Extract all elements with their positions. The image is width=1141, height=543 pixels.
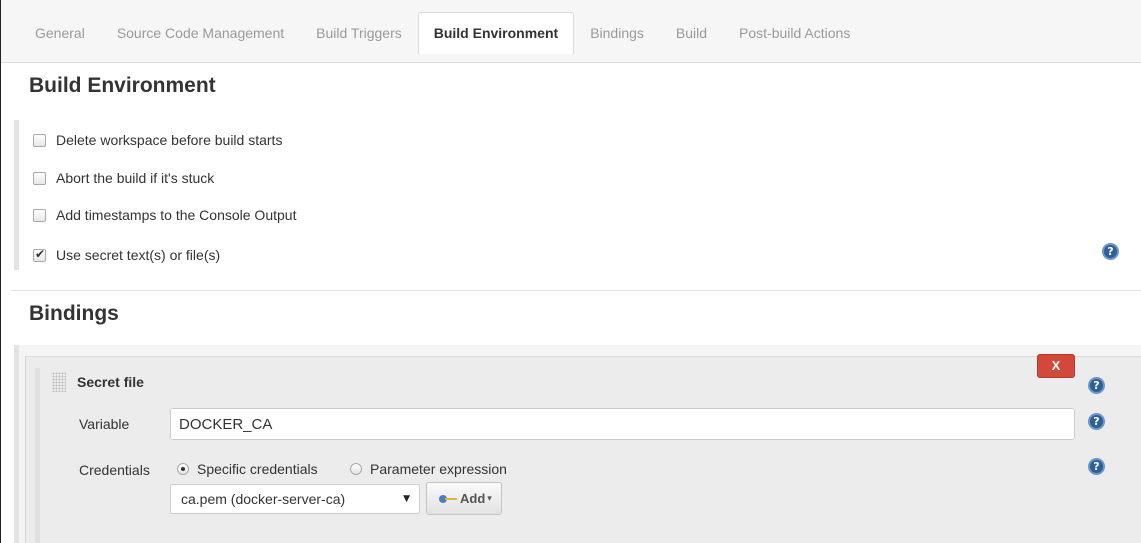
chevron-down-icon: ▼ xyxy=(403,494,410,504)
specific-credentials-label: Specific credentials xyxy=(197,461,318,477)
secret-file-title: Secret file xyxy=(77,374,144,390)
caret-down-icon: ▾ xyxy=(487,493,492,504)
section-divider xyxy=(11,290,1141,291)
help-icon-use-secret[interactable]: ? xyxy=(1102,243,1119,260)
abort-stuck-label: Abort the build if it's stuck xyxy=(56,170,215,186)
section-indent-bar xyxy=(14,120,19,270)
option-use-secret[interactable]: Use secret text(s) or file(s) xyxy=(33,245,220,265)
delete-workspace-checkbox[interactable] xyxy=(33,133,46,147)
help-icon-credentials[interactable]: ? xyxy=(1088,458,1105,475)
credentials-select[interactable]: ca.pem (docker-server-ca) ▼ xyxy=(170,484,420,514)
help-icon-secret-file[interactable]: ? xyxy=(1088,377,1105,394)
option-abort-stuck[interactable]: Abort the build if it's stuck xyxy=(33,168,214,188)
help-icon-variable[interactable]: ? xyxy=(1088,413,1105,430)
bindings-heading: Bindings xyxy=(29,302,119,325)
panel-indent-bar xyxy=(35,368,40,543)
drag-handle-icon[interactable] xyxy=(52,372,66,392)
tab-build-triggers[interactable]: Build Triggers xyxy=(300,12,418,53)
tab-build[interactable]: Build xyxy=(660,12,723,53)
tab-list: General Source Code Management Build Tri… xyxy=(19,12,866,54)
delete-workspace-label: Delete workspace before build starts xyxy=(56,132,283,148)
radio-parameter-expression[interactable]: Parameter expression xyxy=(350,459,507,479)
credentials-label: Credentials xyxy=(79,462,150,478)
option-delete-workspace[interactable]: Delete workspace before build starts xyxy=(33,130,282,150)
specific-credentials-radio[interactable] xyxy=(177,463,189,475)
parameter-expression-radio[interactable] xyxy=(350,463,362,475)
tab-general[interactable]: General xyxy=(19,12,101,53)
add-button-label: Add xyxy=(460,491,486,506)
abort-stuck-checkbox[interactable] xyxy=(33,171,46,185)
option-add-timestamps[interactable]: Add timestamps to the Console Output xyxy=(33,205,296,225)
parameter-expression-label: Parameter expression xyxy=(370,461,507,477)
add-timestamps-checkbox[interactable] xyxy=(33,208,46,222)
use-secret-checkbox[interactable] xyxy=(33,247,46,262)
use-secret-label: Use secret text(s) or file(s) xyxy=(56,247,221,263)
variable-label: Variable xyxy=(79,416,130,432)
add-credentials-button[interactable]: Add ▾ xyxy=(426,482,502,515)
tab-post-build-actions[interactable]: Post-build Actions xyxy=(723,12,866,53)
secret-file-panel xyxy=(25,356,1141,543)
tab-build-environment[interactable]: Build Environment xyxy=(417,12,575,54)
config-tab-bar: General Source Code Management Build Tri… xyxy=(1,0,1141,63)
tab-source-code-management[interactable]: Source Code Management xyxy=(101,12,300,53)
variable-input[interactable] xyxy=(170,408,1075,440)
credentials-selected-value: ca.pem (docker-server-ca) xyxy=(181,491,346,507)
delete-binding-button[interactable]: X xyxy=(1037,354,1075,378)
key-icon xyxy=(439,494,457,504)
tab-bindings[interactable]: Bindings xyxy=(574,12,660,53)
add-timestamps-label: Add timestamps to the Console Output xyxy=(56,207,297,223)
build-environment-heading: Build Environment xyxy=(29,74,216,97)
radio-specific-credentials[interactable]: Specific credentials xyxy=(177,459,318,479)
